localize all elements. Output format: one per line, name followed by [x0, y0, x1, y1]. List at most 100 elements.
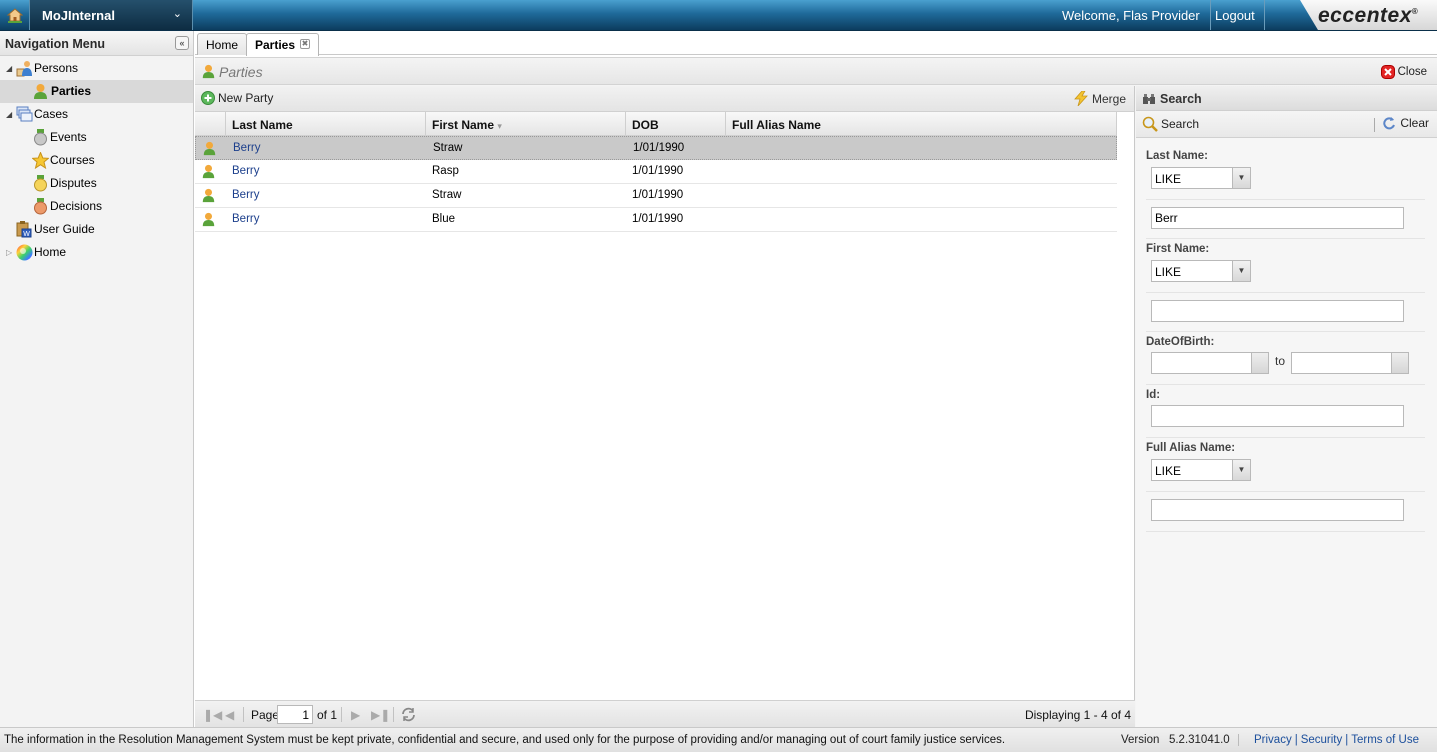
- nav-item-courses[interactable]: Courses: [0, 149, 193, 172]
- full-alias-name-label: Full Alias Name:: [1146, 442, 1236, 454]
- id-label: Id:: [1146, 389, 1161, 401]
- full-alias-name-cell: [727, 137, 1118, 160]
- calendar-icon[interactable]: [1391, 353, 1408, 373]
- binoculars-icon: [1143, 94, 1155, 104]
- table-row[interactable]: Berry Rasp 1/01/1990: [195, 160, 1117, 184]
- table-row[interactable]: Berry Straw 1/01/1990: [195, 184, 1117, 208]
- version-number: 5.2.31041.0: [1168, 734, 1230, 746]
- table-row[interactable]: Berry Straw 1/01/1990: [195, 136, 1117, 160]
- last-page-icon[interactable]: ▶❚: [371, 708, 390, 722]
- panel-title: Parties: [219, 64, 263, 80]
- column-header-last-name[interactable]: Last Name: [226, 112, 426, 136]
- tab-label: Home: [206, 38, 239, 52]
- persons-icon: [16, 61, 32, 77]
- person-icon: [203, 141, 216, 156]
- collapsed-triangle-icon: ▷: [6, 248, 13, 257]
- first-name-input[interactable]: [1151, 300, 1404, 322]
- nav-item-disputes[interactable]: Disputes: [0, 172, 193, 195]
- close-label: Close: [1397, 66, 1427, 78]
- last-name-operator-select[interactable]: LIKE ▼: [1151, 167, 1251, 189]
- last-name-cell[interactable]: Berry: [227, 137, 427, 160]
- first-page-icon[interactable]: ❚◀: [203, 708, 222, 722]
- orange-medal-icon: [34, 198, 47, 215]
- nav-item-label: Parties: [51, 84, 92, 98]
- column-header-first-name[interactable]: First Name ▾: [426, 112, 626, 136]
- dob-from-input[interactable]: [1151, 352, 1269, 374]
- separator: [341, 707, 342, 722]
- separator: [1374, 118, 1375, 132]
- dob-cell: 1/01/1990: [632, 189, 684, 201]
- close-panel-button[interactable]: Close: [1380, 65, 1427, 79]
- nav-item-label: Disputes: [50, 176, 97, 190]
- dob-cell: 1/01/1990: [632, 165, 684, 177]
- terms-of-use-link[interactable]: Terms of Use: [1351, 734, 1419, 746]
- first-name-cell: Rasp: [432, 165, 459, 177]
- clear-button[interactable]: Clear: [1383, 116, 1429, 130]
- first-name-operator-select[interactable]: LIKE ▼: [1151, 260, 1251, 282]
- full-alias-name-cell: [726, 184, 1117, 207]
- icon-column-header: [195, 112, 226, 136]
- nav-item-parties[interactable]: Parties: [0, 80, 193, 103]
- calendar-icon[interactable]: [1251, 353, 1268, 373]
- dob-cell: 1/01/1990: [632, 213, 684, 225]
- person-icon: [202, 188, 215, 203]
- merge-label: Merge: [1091, 91, 1126, 106]
- logout-link[interactable]: Logout: [1205, 0, 1265, 30]
- separator: [243, 707, 244, 722]
- merge-button[interactable]: Merge: [1073, 91, 1126, 106]
- pager-toolbar: ❚◀ ◀ Page of 1 ▶ ▶❚ Displaying 1 - 4 of …: [195, 700, 1135, 727]
- row-icon-cell: [196, 137, 227, 160]
- user-guide-icon: W: [16, 221, 32, 238]
- last-name-input[interactable]: [1151, 207, 1404, 229]
- dob-to-input[interactable]: [1291, 352, 1409, 374]
- footer: The information in the Resolution Manage…: [0, 727, 1437, 752]
- chevron-down-icon: ▼: [1232, 460, 1250, 480]
- prev-page-icon[interactable]: ◀: [225, 708, 234, 722]
- first-name-cell: Blue: [432, 213, 456, 225]
- last-name-cell[interactable]: Berry: [226, 208, 426, 231]
- nav-item-home[interactable]: ▷ Home: [0, 241, 193, 264]
- separator: [393, 707, 394, 722]
- close-tab-icon[interactable]: ✖: [300, 39, 311, 49]
- tab-parties[interactable]: Parties ✖: [246, 33, 320, 56]
- dob-cell: 1/01/1990: [633, 142, 685, 154]
- nav-item-events[interactable]: Events: [0, 126, 193, 149]
- app-switcher[interactable]: MoJInternal ⌄: [30, 0, 193, 30]
- main-panel: Parties Close New Party Merge Last Name …: [195, 57, 1437, 727]
- nav-item-user-guide[interactable]: W User Guide: [0, 218, 193, 241]
- new-party-label: New Party: [218, 91, 274, 105]
- tab-home[interactable]: Home: [197, 33, 248, 55]
- dob-label: DateOfBirth:: [1146, 336, 1215, 348]
- column-header-full-alias-name[interactable]: Full Alias Name: [726, 112, 1117, 136]
- page-label: Page: [251, 708, 280, 722]
- grid-toolbar: New Party Merge: [195, 86, 1134, 112]
- select-value: LIKE: [1155, 172, 1182, 186]
- search-button[interactable]: Search: [1142, 116, 1199, 132]
- last-name-cell[interactable]: Berry: [226, 160, 426, 183]
- nav-item-decisions[interactable]: Decisions: [0, 195, 193, 218]
- column-label: First Name: [432, 118, 495, 132]
- nav-item-label: Cases: [34, 107, 69, 121]
- full-alias-name-operator-select[interactable]: LIKE ▼: [1151, 459, 1251, 481]
- privacy-link[interactable]: Privacy: [1254, 734, 1292, 746]
- grid-body: Berry Straw 1/01/1990 Berry Rasp 1/01/1990 Ber…: [195, 136, 1134, 232]
- table-row[interactable]: Berry Blue 1/01/1990: [195, 208, 1117, 232]
- color-wheel-icon: [16, 244, 33, 261]
- last-name-cell[interactable]: Berry: [226, 184, 426, 207]
- person-icon: [202, 64, 215, 79]
- full-alias-name-input[interactable]: [1151, 499, 1404, 521]
- nav-item-cases[interactable]: ◢ Cases: [0, 103, 193, 126]
- id-input[interactable]: [1151, 405, 1404, 427]
- security-link[interactable]: Security: [1301, 734, 1343, 746]
- home-button[interactable]: [0, 0, 30, 30]
- new-party-button[interactable]: New Party: [201, 91, 273, 105]
- brand-name: eccentex: [1318, 4, 1412, 27]
- refresh-icon[interactable]: [401, 707, 416, 722]
- nav-item-persons[interactable]: ◢ Persons: [0, 57, 193, 80]
- column-label: DOB: [632, 118, 659, 132]
- collapse-nav-button[interactable]: «: [175, 36, 189, 50]
- next-page-icon[interactable]: ▶: [351, 708, 360, 722]
- tab-bar: Home Parties ✖: [195, 31, 1437, 56]
- column-header-dob[interactable]: DOB: [626, 112, 726, 136]
- page-number-input[interactable]: [277, 705, 313, 724]
